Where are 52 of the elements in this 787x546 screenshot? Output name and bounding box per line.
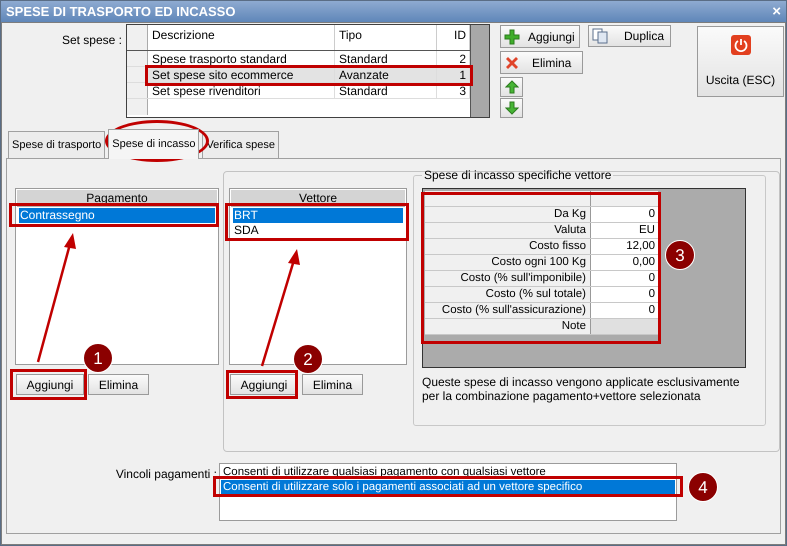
table-cell: 1 bbox=[437, 67, 470, 82]
table-cell: Standard bbox=[335, 51, 437, 66]
plus-icon bbox=[504, 28, 520, 44]
table-cell: 12,00 bbox=[591, 239, 658, 254]
table-cell: 0 bbox=[591, 207, 658, 222]
add-button[interactable]: Aggiungi bbox=[500, 25, 580, 48]
power-icon bbox=[730, 34, 750, 54]
table-cell: 0 bbox=[591, 271, 658, 286]
data-grid[interactable]: Descrizione Tipo ID Spese trasporto standard Standard 2 Set spese sito ecommerce Avanzate 1 Set spese rivenditori Standard 3 bbox=[126, 24, 490, 118]
list-box[interactable]: Consenti di utilizzare qualsiasi pagamento con qualsiasi vettore Consenti di utilizzare solo i pagamenti associati ad un vettore specifico bbox=[219, 463, 677, 521]
duplicate-button[interactable]: Duplica bbox=[588, 25, 671, 47]
documents-icon bbox=[592, 28, 608, 44]
move-up-button[interactable] bbox=[500, 77, 523, 97]
table-cell: Standard bbox=[335, 83, 437, 98]
button-label: Uscita (ESC) bbox=[706, 72, 776, 88]
table-cell: 0 bbox=[591, 287, 658, 302]
table-cell: 0,00 bbox=[591, 255, 658, 270]
list-item[interactable]: Consenti di utilizzare solo i pagamenti associati ad un vettore specifico bbox=[221, 480, 675, 495]
delete-button[interactable]: Elimina bbox=[302, 374, 363, 395]
highlight-frame bbox=[226, 370, 298, 399]
tab[interactable]: Verifica spese bbox=[202, 131, 279, 158]
empty-cell bbox=[591, 319, 658, 334]
window-title: SPESE DI TRASPORTO ED INCASSO bbox=[6, 2, 236, 21]
table-row[interactable]: Set spese sito ecommerce Avanzate 1 bbox=[127, 67, 470, 83]
list-item[interactable]: Consenti di utilizzare qualsiasi pagamento con qualsiasi vettore bbox=[221, 465, 675, 480]
table-cell: Set spese rivenditori bbox=[148, 83, 335, 98]
row-header bbox=[127, 83, 148, 98]
table-cell: Spese trasporto standard bbox=[148, 51, 335, 66]
table-cell: Avanzate bbox=[335, 67, 437, 82]
table-cell: 0 bbox=[591, 303, 658, 318]
delete-button[interactable]: Elimina bbox=[88, 374, 149, 395]
field-label: Set spese : bbox=[60, 32, 123, 49]
exit-button[interactable]: Uscita (ESC) bbox=[697, 26, 784, 97]
up-arrow-icon bbox=[504, 80, 518, 94]
table-cell: EU bbox=[591, 223, 658, 238]
tab[interactable]: Spese di incasso bbox=[108, 129, 200, 159]
delete-button[interactable]: Elimina bbox=[500, 51, 583, 74]
row-header bbox=[127, 99, 148, 115]
tab[interactable]: Spese di trasporto bbox=[8, 131, 106, 158]
column-header: Tipo bbox=[335, 25, 437, 50]
table-cell: Set spese sito ecommerce bbox=[148, 67, 335, 82]
move-down-button[interactable] bbox=[500, 98, 523, 118]
list-item[interactable]: SDA bbox=[233, 223, 403, 238]
info-text: Queste spese di incasso vengono applicate esclusivamente per la combinazione pagamento+vettore selezionata bbox=[422, 375, 741, 403]
add-button[interactable]: Aggiungi bbox=[230, 374, 298, 395]
cross-icon bbox=[504, 54, 520, 70]
down-arrow-icon bbox=[504, 101, 518, 115]
list-item[interactable]: BRT bbox=[233, 208, 403, 223]
list-item[interactable]: Contrassegno bbox=[19, 208, 215, 223]
column-header: Descrizione bbox=[148, 25, 335, 50]
group-title: Spese di incasso specifiche vettore bbox=[424, 168, 612, 182]
add-button[interactable]: Aggiungi bbox=[16, 374, 84, 395]
